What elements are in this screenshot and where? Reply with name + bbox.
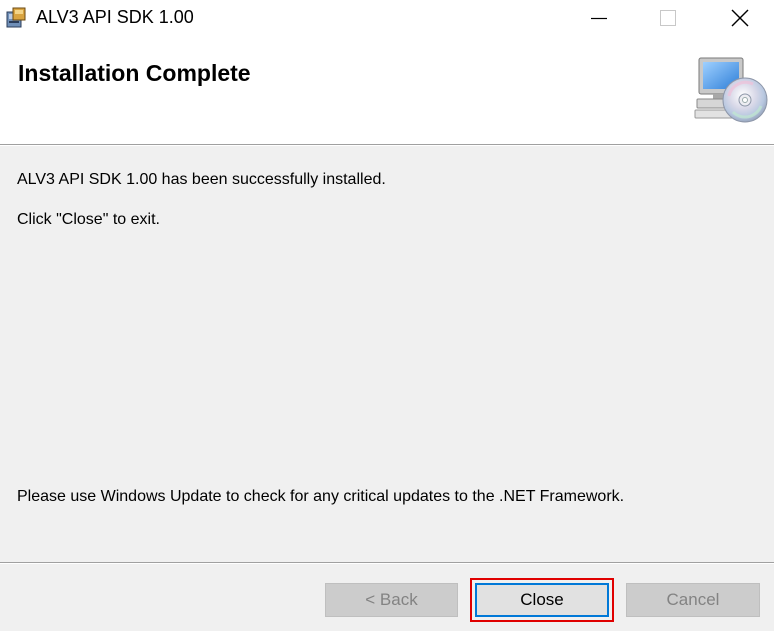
windows-update-notice: Please use Windows Update to check for a…	[17, 488, 625, 505]
close-button[interactable]: Close	[475, 583, 609, 617]
minimize-icon	[591, 17, 607, 20]
banner-divider	[0, 145, 774, 146]
title-bar[interactable]: ALV3 API SDK 1.00	[0, 0, 774, 36]
cancel-button[interactable]: Cancel	[626, 583, 760, 617]
installer-app-icon	[5, 6, 29, 30]
installer-window: ALV3 API SDK 1.00 Installation Complete	[0, 0, 774, 631]
window-title: ALV3 API SDK 1.00	[36, 7, 194, 27]
exit-instruction: Click "Close" to exit.	[17, 211, 160, 228]
page-title: Installation Complete	[18, 60, 251, 86]
header-banner: Installation Complete	[0, 36, 774, 145]
window-close-button[interactable]	[710, 0, 770, 36]
back-button[interactable]: < Back	[325, 583, 458, 617]
computer-cd-icon	[693, 56, 769, 126]
close-icon	[731, 9, 749, 27]
minimize-button[interactable]	[570, 0, 630, 36]
maximize-icon	[660, 10, 676, 26]
footer-divider-highlight	[0, 563, 774, 564]
install-success-message: ALV3 API SDK 1.00 has been successfully …	[17, 171, 386, 188]
maximize-button[interactable]	[638, 0, 698, 36]
